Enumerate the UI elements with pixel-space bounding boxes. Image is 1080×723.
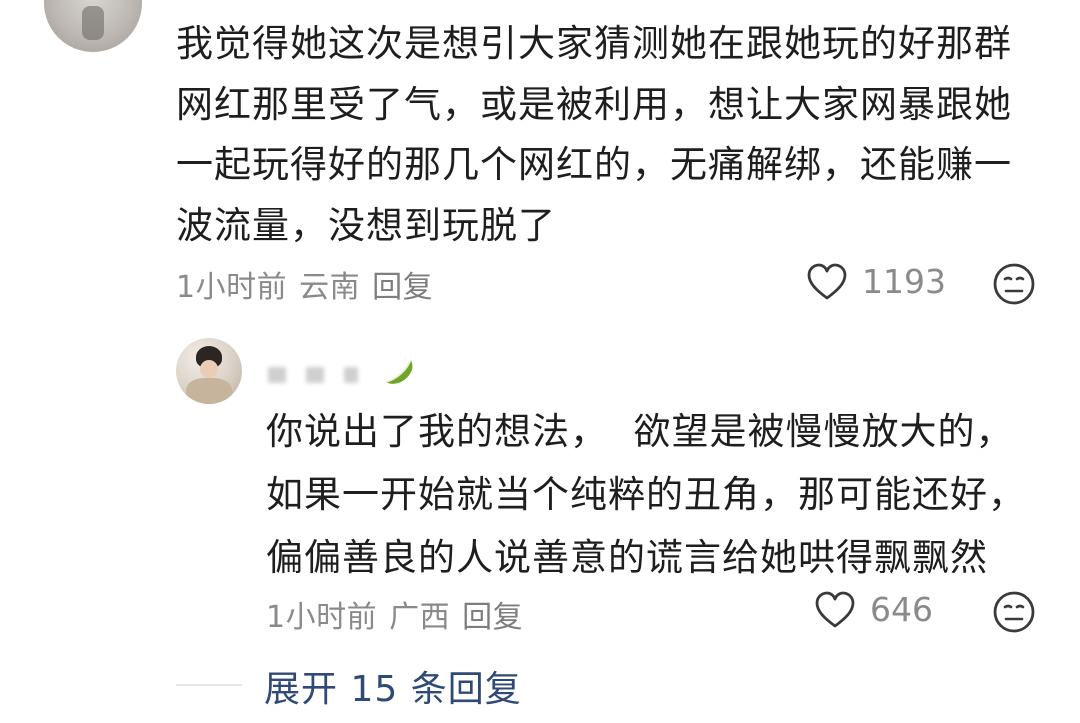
reply-username[interactable] [268, 359, 416, 390]
heart-icon[interactable] [814, 591, 856, 629]
reply-line: 如果一开始就当个纯粹的丑角，那可能还好， [266, 473, 1026, 516]
like-button[interactable]: 646 [814, 590, 933, 629]
reply-button[interactable]: 回复 [372, 270, 433, 305]
like-button[interactable]: 1193 [806, 262, 946, 301]
expand-replies-button[interactable]: 展开 15 条回复 [264, 660, 522, 712]
meh-face-icon[interactable] [992, 262, 1036, 306]
blurred-name [306, 367, 324, 383]
comment-line: 波流量，没想到玩脱了 [176, 203, 556, 247]
like-count: 646 [870, 590, 933, 629]
comment-time: 1小时前 [176, 270, 288, 305]
meh-face-icon[interactable] [992, 590, 1036, 634]
comment-line: 一起玩得好的那几个网红的，无痛解绑，还能赚一 [176, 143, 1012, 186]
comment-line: 我觉得她这次是想引大家猜测她在跟她玩的好那群 [176, 22, 1012, 65]
comment-line: 网红那里受了气，或是被利用，想让大家网暴跟她 [176, 82, 1012, 126]
blurred-name [344, 367, 358, 383]
reply-line: 你说出了我的想法， 欲望是被慢慢放大的， [266, 410, 1014, 453]
like-count: 1193 [862, 262, 946, 301]
divider [176, 684, 242, 686]
reply-time: 1小时前 [266, 600, 378, 635]
comment-body: 我觉得她这次是想引大家猜测她在跟她玩的好那群 网红那里受了气，或是被利用，想让大… [176, 14, 1036, 256]
avatar[interactable] [44, 0, 142, 52]
comment-meta: 1小时前 云南 回复 [176, 262, 445, 306]
comment-location: 云南 [299, 270, 361, 305]
reply-line: 偏偏善良的人说善意的谎言给她哄得飘飘然 [266, 536, 988, 579]
reply-meta: 1小时前 广西 回复 [266, 592, 535, 636]
leaf-badge-icon [382, 356, 416, 394]
reply-location: 广西 [389, 600, 451, 635]
reply-button[interactable]: 回复 [462, 600, 523, 635]
blurred-name [268, 367, 286, 383]
reply-avatar[interactable] [176, 338, 242, 404]
comment-thread: 我觉得她这次是想引大家猜测她在跟她玩的好那群 网红那里受了气，或是被利用，想让大… [0, 0, 1080, 723]
reply-body: 你说出了我的想法， 欲望是被慢慢放大的， 如果一开始就当个纯粹的丑角，那可能还好… [266, 400, 1046, 589]
heart-icon[interactable] [806, 263, 848, 301]
